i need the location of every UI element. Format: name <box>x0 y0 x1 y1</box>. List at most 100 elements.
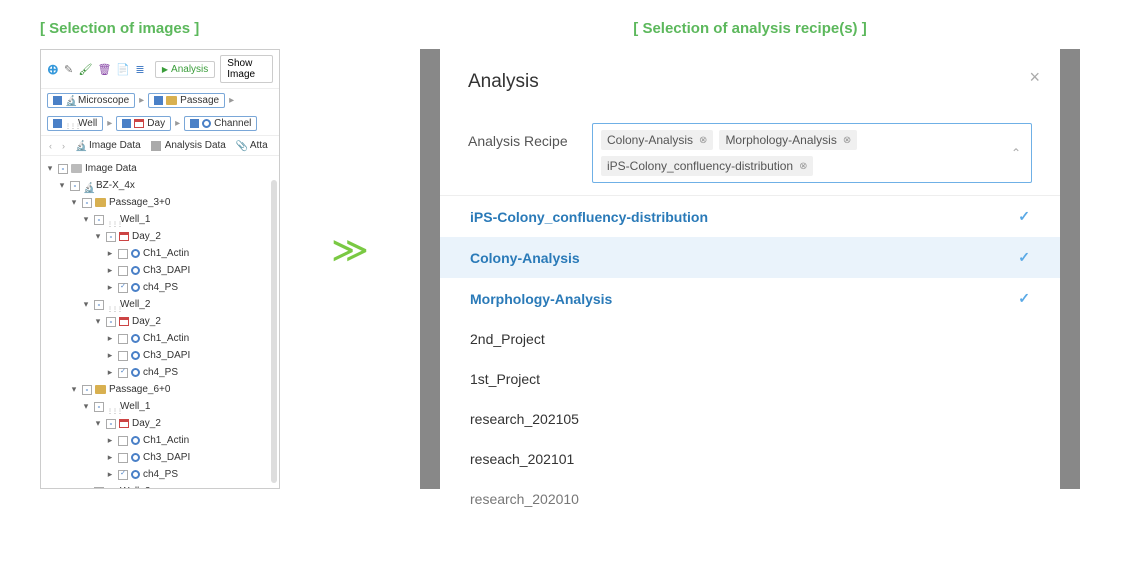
show-image-button[interactable]: Show Image <box>220 55 273 83</box>
tree-row[interactable]: Day_2 <box>45 415 275 432</box>
calendar-icon <box>134 119 144 128</box>
expand-icon[interactable] <box>81 213 91 227</box>
channel-icon <box>131 368 140 377</box>
analysis-button-label: Analysis <box>171 64 208 75</box>
tree-row[interactable]: Ch1_Actin <box>45 432 275 449</box>
tab-atta[interactable]: 📎 Atta <box>236 140 268 151</box>
tree-row[interactable]: Passage_6+0 <box>45 381 275 398</box>
tree-row[interactable]: Ch1_Actin <box>45 330 275 347</box>
recipe-multiselect[interactable]: Colony-Analysis ⊗ Morphology-Analysis ⊗ … <box>592 123 1032 183</box>
analysis-button[interactable]: ▶ Analysis <box>155 61 215 78</box>
expand-icon[interactable] <box>105 468 115 482</box>
expand-icon[interactable] <box>81 298 91 312</box>
crumb-well[interactable]: Well <box>47 116 103 131</box>
add-icon[interactable]: ⊕ <box>47 62 59 76</box>
tree-label: ch4_PS <box>143 467 178 482</box>
dropdown-option[interactable]: Colony-Analysis✓ <box>440 237 1060 278</box>
checkbox[interactable] <box>118 266 128 276</box>
checkbox[interactable] <box>94 402 104 412</box>
tree-row[interactable]: 🔬BZ-X_4x <box>45 177 275 194</box>
paint-icon[interactable]: 🖌 <box>78 62 92 76</box>
expand-icon[interactable] <box>105 451 115 465</box>
dropdown-option[interactable]: research_202105 <box>440 399 1060 439</box>
expand-icon[interactable] <box>93 417 103 431</box>
tag-remove-icon[interactable]: ⊗ <box>699 135 707 146</box>
dropdown-option[interactable]: research_202010 <box>440 479 1060 519</box>
expand-icon[interactable] <box>105 264 115 278</box>
tab-analysis-data[interactable]: Analysis Data <box>151 140 226 151</box>
expand-icon[interactable] <box>105 434 115 448</box>
microscope-icon: 🔬 <box>83 181 93 191</box>
note-icon[interactable]: 📄 <box>116 62 130 76</box>
expand-icon[interactable] <box>69 196 79 210</box>
channel-icon <box>131 334 140 343</box>
checkbox[interactable] <box>82 198 92 208</box>
tree-row[interactable]: Ch3_DAPI <box>45 449 275 466</box>
crumb-microscope[interactable]: 🔬 Microscope <box>47 93 135 108</box>
chevron-left-icon[interactable]: ‹ <box>49 141 52 151</box>
close-icon[interactable]: × <box>1029 67 1040 88</box>
crumb-passage[interactable]: Passage <box>148 93 225 108</box>
checkbox[interactable] <box>118 334 128 344</box>
checkbox[interactable] <box>118 453 128 463</box>
stack-icon[interactable]: ≣ <box>135 62 145 76</box>
chevron-up-icon[interactable]: ⌃ <box>1011 146 1021 160</box>
crumb-day[interactable]: Day <box>116 116 171 131</box>
tree-row[interactable]: ch4_PS <box>45 279 275 296</box>
tree-row[interactable]: Day_2 <box>45 313 275 330</box>
checkbox[interactable] <box>70 181 80 191</box>
scrollbar[interactable] <box>271 180 277 483</box>
tree-row[interactable]: Ch1_Actin <box>45 245 275 262</box>
tree-row[interactable]: Well_2 <box>45 483 275 489</box>
checkbox[interactable] <box>58 164 68 174</box>
dropdown-option[interactable]: Morphology-Analysis✓ <box>440 278 1060 319</box>
checkbox[interactable] <box>82 385 92 395</box>
wand-icon[interactable]: ✎ <box>64 62 74 76</box>
tree-row[interactable]: Ch3_DAPI <box>45 347 275 364</box>
tree-row[interactable]: Well_2 <box>45 296 275 313</box>
dropdown-option[interactable]: iPS-Colony_confluency-distribution✓ <box>440 196 1060 237</box>
expand-icon[interactable] <box>93 230 103 244</box>
checkbox[interactable] <box>94 487 104 490</box>
expand-icon[interactable] <box>105 281 115 295</box>
checkbox[interactable] <box>106 232 116 242</box>
checkbox[interactable] <box>118 249 128 259</box>
tag-remove-icon[interactable]: ⊗ <box>843 135 851 146</box>
dropdown-option[interactable]: 2nd_Project <box>440 319 1060 359</box>
expand-icon[interactable] <box>105 332 115 346</box>
expand-icon[interactable] <box>105 349 115 363</box>
expand-icon[interactable] <box>81 485 91 489</box>
checkbox[interactable] <box>118 368 128 378</box>
tree-row[interactable]: Well_1 <box>45 211 275 228</box>
chevron-right-icon[interactable]: › <box>62 141 65 151</box>
dropdown-option[interactable]: reseach_202101 <box>440 439 1060 479</box>
expand-icon[interactable] <box>105 247 115 261</box>
expand-icon[interactable] <box>81 400 91 414</box>
expand-icon[interactable] <box>105 366 115 380</box>
expand-icon[interactable] <box>45 162 55 176</box>
checkbox[interactable] <box>118 351 128 361</box>
checkbox[interactable] <box>106 419 116 429</box>
tree-row[interactable]: Image Data <box>45 160 275 177</box>
tree-row[interactable]: Day_2 <box>45 228 275 245</box>
checkbox[interactable] <box>94 215 104 225</box>
dropdown-option[interactable]: 1st_Project <box>440 359 1060 399</box>
tag-remove-icon[interactable]: ⊗ <box>799 161 807 172</box>
tree-row[interactable]: ch4_PS <box>45 466 275 483</box>
tree-row[interactable]: ch4_PS <box>45 364 275 381</box>
expand-icon[interactable] <box>93 315 103 329</box>
tab-image-data[interactable]: 🔬 Image Data <box>75 140 141 151</box>
tree-row[interactable]: Ch3_DAPI <box>45 262 275 279</box>
checkbox[interactable] <box>118 436 128 446</box>
trash-icon[interactable]: 🗑 <box>97 62 111 76</box>
checkbox[interactable] <box>106 317 116 327</box>
tree-row[interactable]: Passage_3+0 <box>45 194 275 211</box>
tree-label: ch4_PS <box>143 280 178 295</box>
crumb-channel[interactable]: Channel <box>184 116 257 131</box>
expand-icon[interactable] <box>57 179 67 193</box>
checkbox[interactable] <box>118 283 128 293</box>
checkbox[interactable] <box>118 470 128 480</box>
tree-row[interactable]: Well_1 <box>45 398 275 415</box>
expand-icon[interactable] <box>69 383 79 397</box>
checkbox[interactable] <box>94 300 104 310</box>
